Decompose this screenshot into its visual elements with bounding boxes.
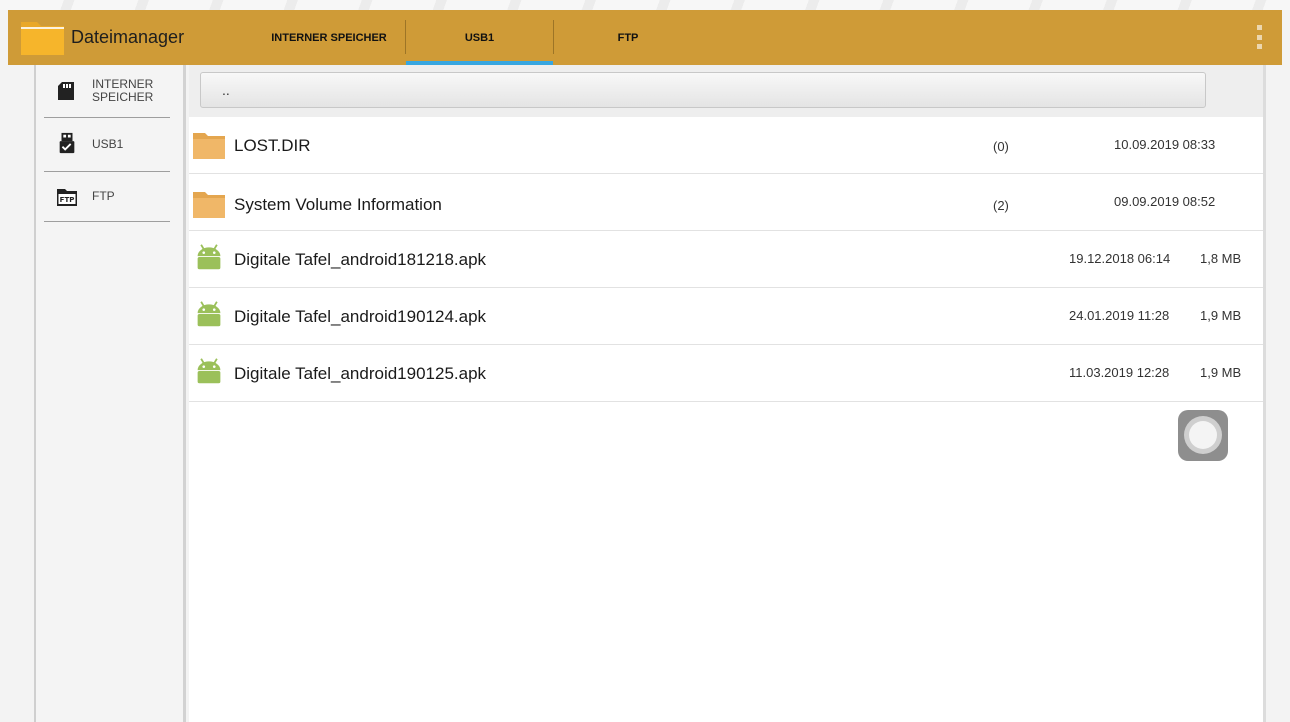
tab-ftp[interactable]: FTP <box>554 10 702 65</box>
svg-text:FTP: FTP <box>60 196 75 204</box>
file-date: 24.01.2019 11:28 <box>1069 308 1170 323</box>
tab-usb1[interactable]: USB1 <box>406 10 553 65</box>
android-icon <box>197 244 221 270</box>
android-icon <box>197 301 221 327</box>
folder-icon <box>21 22 64 55</box>
file-name: Digitale Tafel_android190124.apk <box>234 307 487 326</box>
ftp-icon: FTP <box>57 189 77 206</box>
list-item[interactable]: Digitale Tafel_android190124.apk 24.01.2… <box>189 288 1263 345</box>
sidebar-item-label: USB1 <box>92 137 124 151</box>
list-item[interactable]: Digitale Tafel_android181218.apk 19.12.2… <box>189 231 1263 288</box>
sidebar-item-label: INTERNER SPEICHER <box>92 77 154 104</box>
sidebar-item-interner-speicher[interactable]: INTERNER SPEICHER <box>44 65 170 118</box>
file-size: 1,9 MB <box>1200 365 1242 380</box>
file-name: Digitale Tafel_android181218.apk <box>234 250 487 269</box>
file-date: 09.09.2019 08:52 <box>1114 194 1216 209</box>
status-strip <box>0 0 1290 10</box>
tab-label: FTP <box>617 31 639 44</box>
file-name: Digitale Tafel_android190125.apk <box>234 364 487 383</box>
file-date: 19.12.2018 06:14 <box>1069 251 1171 266</box>
folder-icon <box>193 133 225 159</box>
item-count: (2) <box>993 198 1009 213</box>
list-item[interactable]: Digitale Tafel_android190125.apk 11.03.2… <box>189 345 1263 402</box>
sidebar-item-ftp[interactable]: FTP FTP <box>44 172 170 222</box>
folder-icon <box>193 192 225 218</box>
file-name: System Volume Information <box>234 195 442 214</box>
sidebar: INTERNER SPEICHER USB1 FTP FTP <box>34 65 186 722</box>
overflow-menu-icon[interactable] <box>1254 25 1264 49</box>
parent-dir-bar: .. <box>189 65 1263 117</box>
list-item[interactable]: LOST.DIR (0) 10.09.2019 08:33 <box>189 117 1263 174</box>
parent-dir-button[interactable]: .. <box>200 72 1206 108</box>
file-size: 1,9 MB <box>1200 308 1242 323</box>
android-icon <box>197 358 221 384</box>
list-item[interactable]: System Volume Information (2) 09.09.2019… <box>189 174 1263 231</box>
file-name: LOST.DIR <box>234 136 311 155</box>
sidebar-item-label: FTP <box>92 189 115 203</box>
sd-card-icon <box>58 82 74 100</box>
file-size: 1,8 MB <box>1200 251 1242 266</box>
assistive-touch-button[interactable] <box>1178 410 1228 461</box>
file-date: 11.03.2019 12:28 <box>1069 365 1170 380</box>
sidebar-item-usb1[interactable]: USB1 <box>44 118 170 172</box>
tab-label: INTERNER SPEICHER <box>271 31 387 44</box>
file-list: .. LOST.DIR (0) 10.09.2019 08:33 System … <box>189 65 1266 722</box>
tab-label: USB1 <box>464 31 495 44</box>
tab-interner-speicher[interactable]: INTERNER SPEICHER <box>254 10 404 65</box>
app-title: Dateimanager <box>71 27 185 47</box>
file-date: 10.09.2019 08:33 <box>1114 137 1216 152</box>
app-bar: Dateimanager INTERNER SPEICHER USB1 FTP <box>8 10 1282 65</box>
item-count: (0) <box>993 139 1009 154</box>
usb-drive-icon <box>59 132 75 154</box>
